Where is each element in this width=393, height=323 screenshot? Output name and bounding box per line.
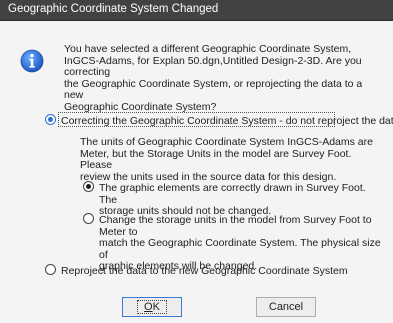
dialog-title: Geographic Coordinate System Changed xyxy=(8,3,219,15)
label-line: Change the storage units in the model fr… xyxy=(99,214,372,238)
units-note-line: The units of Geographic Coordinate Syste… xyxy=(80,136,373,148)
units-note-line: Meter, but the Storage Units in the mode… xyxy=(80,147,352,171)
change-storage-units-label[interactable]: Change the storage units in the model fr… xyxy=(99,214,384,273)
reproject-radio[interactable] xyxy=(45,264,56,275)
ok-button[interactable]: OK xyxy=(122,297,182,317)
units-note: The units of Geographic Coordinate Syste… xyxy=(80,136,380,183)
label-line: match the Geographic Coordinate System. … xyxy=(99,237,381,261)
reproject-label[interactable]: Reproject the data to the new Geographic… xyxy=(61,265,348,278)
ok-label-rest: K xyxy=(152,301,160,313)
message-line: InGCS-Adams, for Explan 50.dgn,Untitled … xyxy=(64,54,362,78)
ok-mnemonic: O xyxy=(144,301,153,313)
correct-gcs-label[interactable]: Correcting the Geographic Coordinate Sys… xyxy=(61,115,393,128)
correct-gcs-radio[interactable] xyxy=(45,114,56,125)
ok-button-focus: OK xyxy=(137,300,167,314)
keep-storage-units-label[interactable]: The graphic elements are correctly drawn… xyxy=(99,182,379,218)
keep-storage-units-radio[interactable] xyxy=(83,181,94,192)
change-storage-units-radio[interactable] xyxy=(83,213,94,224)
cancel-button[interactable]: Cancel xyxy=(256,297,316,317)
message-line: the Geographic Coordinate System, or rep… xyxy=(64,77,363,101)
message-text: You have selected a different Geographic… xyxy=(64,43,374,113)
message-line: You have selected a different Geographic… xyxy=(64,43,352,55)
title-bar[interactable]: Geographic Coordinate System Changed xyxy=(0,0,393,21)
coordinate-system-dialog: Geographic Coordinate System Changed You… xyxy=(0,0,393,323)
information-icon xyxy=(20,49,44,73)
label-line: The graphic elements are correctly drawn… xyxy=(99,182,366,206)
